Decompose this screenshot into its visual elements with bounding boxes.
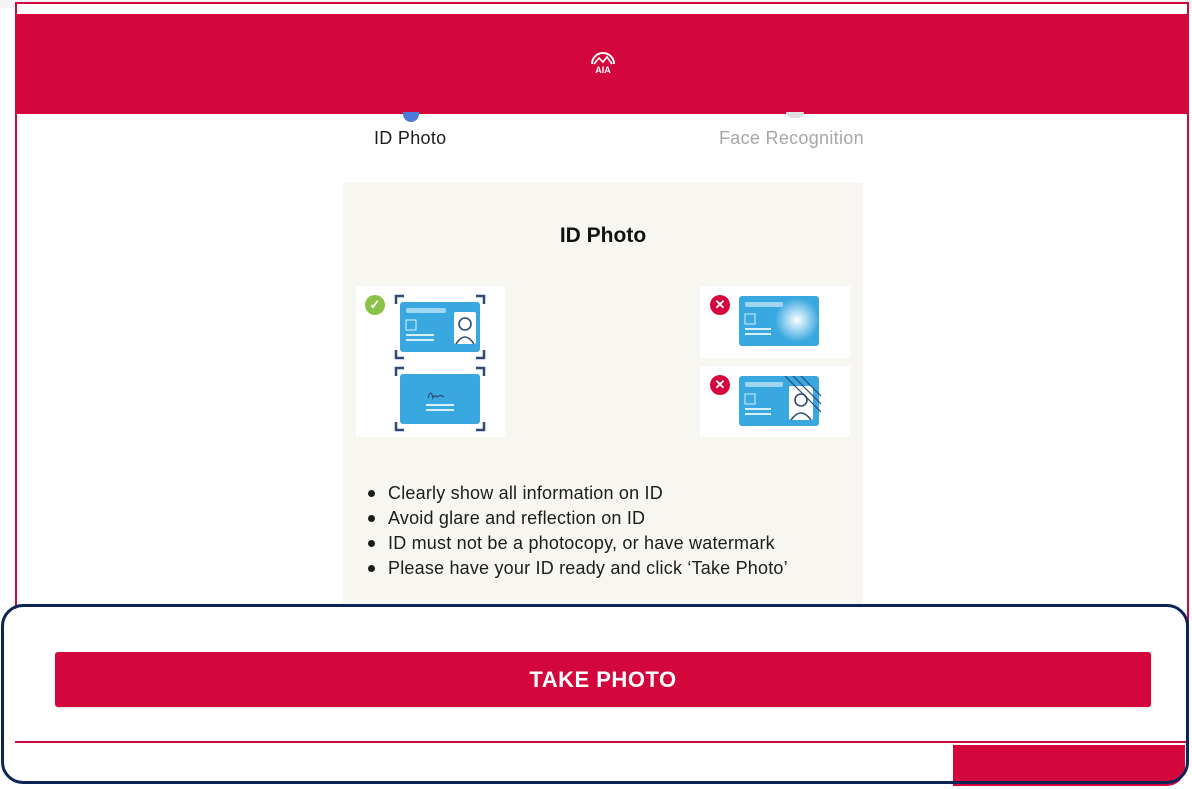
list-item: Please have your ID ready and click ‘Tak… [366,556,788,581]
cross-icon: ✕ [710,295,730,315]
card-title: ID Photo [559,224,647,247]
check-icon: ✓ [365,295,385,315]
bad-example-glare-tile: ✕ [700,286,850,358]
list-item: Avoid glare and reflection on ID [366,506,788,531]
id-back-signature-framed-icon [394,366,486,432]
id-front-framed-icon [394,294,486,360]
take-photo-button[interactable]: TAKE PHOTO [55,652,1151,707]
id-watermark-icon [739,376,821,426]
instruction-list: Clearly show all information on ID Avoid… [366,481,788,581]
cross-icon: ✕ [710,375,730,395]
svg-text:AIA: AIA [595,65,611,75]
id-glare-icon [739,296,819,346]
step-label-face-recognition: Face Recognition [719,128,864,148]
good-example-tile: ✓ [356,286,505,437]
step-label-id-photo: ID Photo [374,128,447,148]
aia-logo-icon: AIA [591,52,615,75]
list-item: ID must not be a photocopy, or have wate… [366,531,788,556]
bad-example-watermark-tile: ✕ [700,366,850,437]
list-item: Clearly show all information on ID [366,481,788,506]
